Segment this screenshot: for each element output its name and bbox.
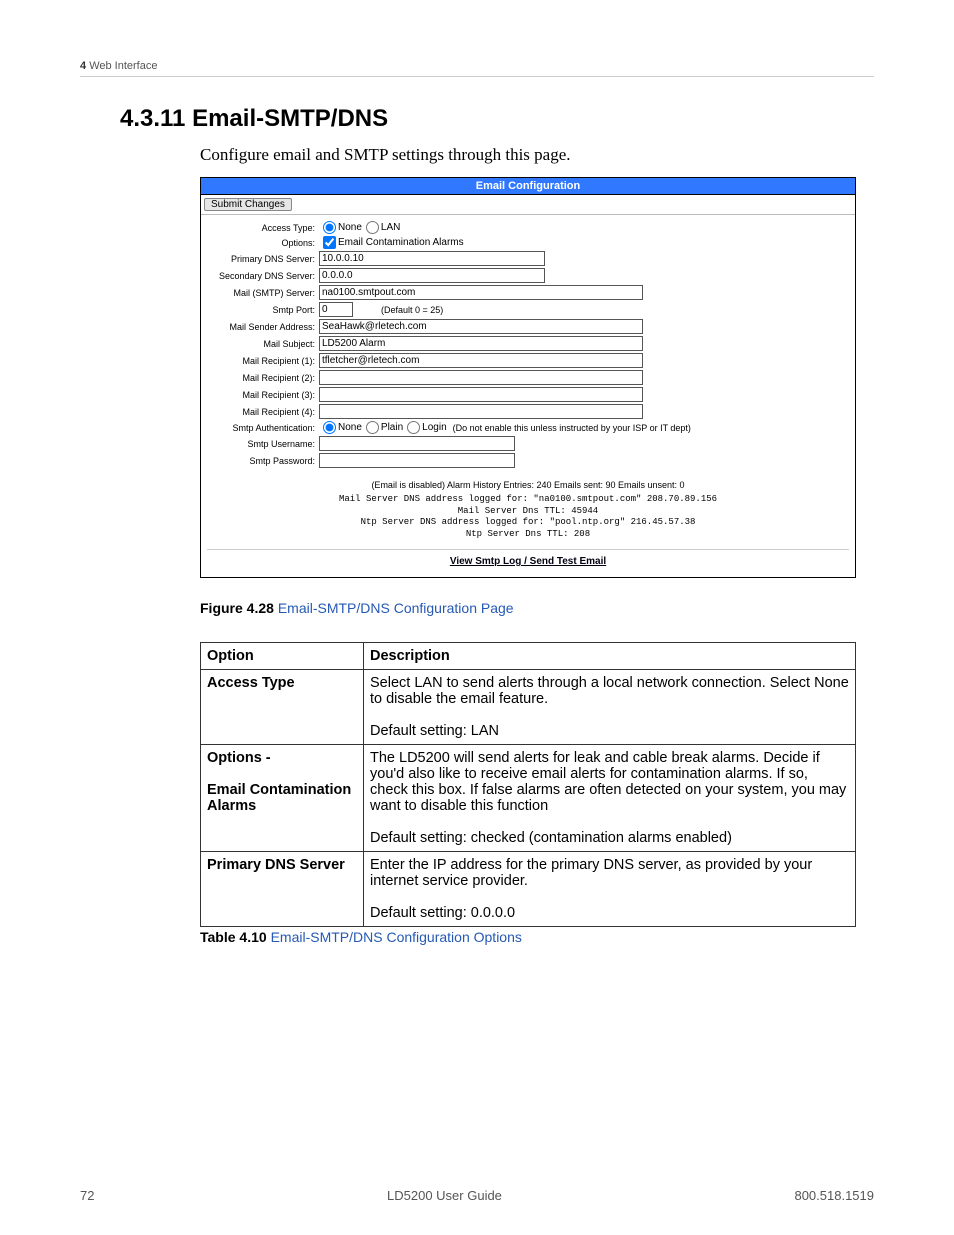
view-smtp-log-link[interactable]: View Smtp Log / Send Test Email [450,556,606,567]
page-header: 4 Web Interface [80,60,874,77]
smtp-user-label: Smtp Username: [207,439,319,449]
recipient1-label: Mail Recipient (1): [207,356,319,366]
phone-number: 800.518.1519 [794,1188,874,1203]
opt-desc: Enter the IP address for the primary DNS… [364,851,856,926]
intro-text: Configure email and SMTP settings throug… [200,145,874,165]
doc-title: LD5200 User Guide [387,1188,502,1203]
dns-log-block: Mail Server DNS address logged for: "na0… [207,494,849,541]
access-type-lan-text: LAN [381,222,400,233]
email-contamination-text: Email Contamination Alarms [338,237,464,248]
table-prefix: Table 4.10 [200,929,267,945]
section-number: 4.3.11 [120,105,185,132]
figure-title: Email-SMTP/DNS Configuration Page [278,600,514,616]
access-type-label: Access Type: [207,223,319,233]
figure-prefix: Figure 4.28 [200,600,274,616]
section-title: Email-SMTP/DNS [192,105,388,132]
submit-row: Submit Changes [201,195,855,215]
chapter-number: 4 [80,60,86,72]
recipient2-input[interactable] [319,370,643,385]
table-row: Primary DNS Server Enter the IP address … [201,851,856,926]
table-title: Email-SMTP/DNS Configuration Options [271,929,522,945]
auth-plain-radio[interactable] [366,421,379,434]
figure-caption: Figure 4.28 Email-SMTP/DNS Configuration… [200,600,874,616]
col-option-header: Option [201,642,364,669]
smtp-server-label: Mail (SMTP) Server: [207,288,319,298]
smtp-pass-input[interactable] [319,453,515,468]
table-row: Access Type Select LAN to send alerts th… [201,669,856,744]
sender-input[interactable] [319,319,643,334]
col-desc-header: Description [364,642,856,669]
recipient4-label: Mail Recipient (4): [207,407,319,417]
access-type-none-text: None [338,222,362,233]
recipient2-label: Mail Recipient (2): [207,373,319,383]
primary-dns-label: Primary DNS Server: [207,254,319,264]
options-table: Option Description Access Type Select LA… [200,642,856,927]
smtp-server-input[interactable] [319,285,643,300]
recipient4-input[interactable] [319,404,643,419]
access-type-none-radio[interactable] [323,221,336,234]
chapter-title: Web Interface [89,60,157,72]
smtp-auth-label: Smtp Authentication: [207,423,319,433]
secondary-dns-label: Secondary DNS Server: [207,271,319,281]
opt-name: Primary DNS Server [201,851,364,926]
opt-name: Options - Email Contamination Alarms [201,744,364,851]
auth-hint: (Do not enable this unless instructed by… [453,423,691,433]
auth-login-radio[interactable] [407,421,420,434]
auth-none-text: None [338,422,362,433]
smtp-pass-label: Smtp Password: [207,456,319,466]
subject-input[interactable] [319,336,643,351]
section-heading: 4.3.11 Email-SMTP/DNS [120,105,874,133]
opt-desc: The LD5200 will send alerts for leak and… [364,744,856,851]
smtp-port-hint: (Default 0 = 25) [381,305,443,315]
email-config-panel: Email Configuration Submit Changes Acces… [200,177,856,578]
auth-login-text: Login [422,422,446,433]
table-row: Options - Email Contamination Alarms The… [201,744,856,851]
status-line: (Email is disabled) Alarm History Entrie… [207,480,849,490]
email-contamination-checkbox[interactable] [323,236,336,249]
auth-plain-text: Plain [381,422,403,433]
smtp-user-input[interactable] [319,436,515,451]
auth-none-radio[interactable] [323,421,336,434]
primary-dns-input[interactable] [319,251,545,266]
access-type-lan-radio[interactable] [366,221,379,234]
panel-title: Email Configuration [201,178,855,195]
recipient3-label: Mail Recipient (3): [207,390,319,400]
opt-desc: Select LAN to send alerts through a loca… [364,669,856,744]
table-caption: Table 4.10 Email-SMTP/DNS Configuration … [200,929,874,945]
smtp-port-label: Smtp Port: [207,305,319,315]
recipient3-input[interactable] [319,387,643,402]
recipient1-input[interactable] [319,353,643,368]
page-number: 72 [80,1188,94,1203]
smtp-port-input[interactable] [319,302,353,317]
subject-label: Mail Subject: [207,339,319,349]
sender-label: Mail Sender Address: [207,322,319,332]
opt-name: Access Type [201,669,364,744]
submit-changes-button[interactable]: Submit Changes [204,198,292,211]
page-footer: 72 LD5200 User Guide 800.518.1519 [80,1188,874,1203]
options-label: Options: [207,238,319,248]
secondary-dns-input[interactable] [319,268,545,283]
